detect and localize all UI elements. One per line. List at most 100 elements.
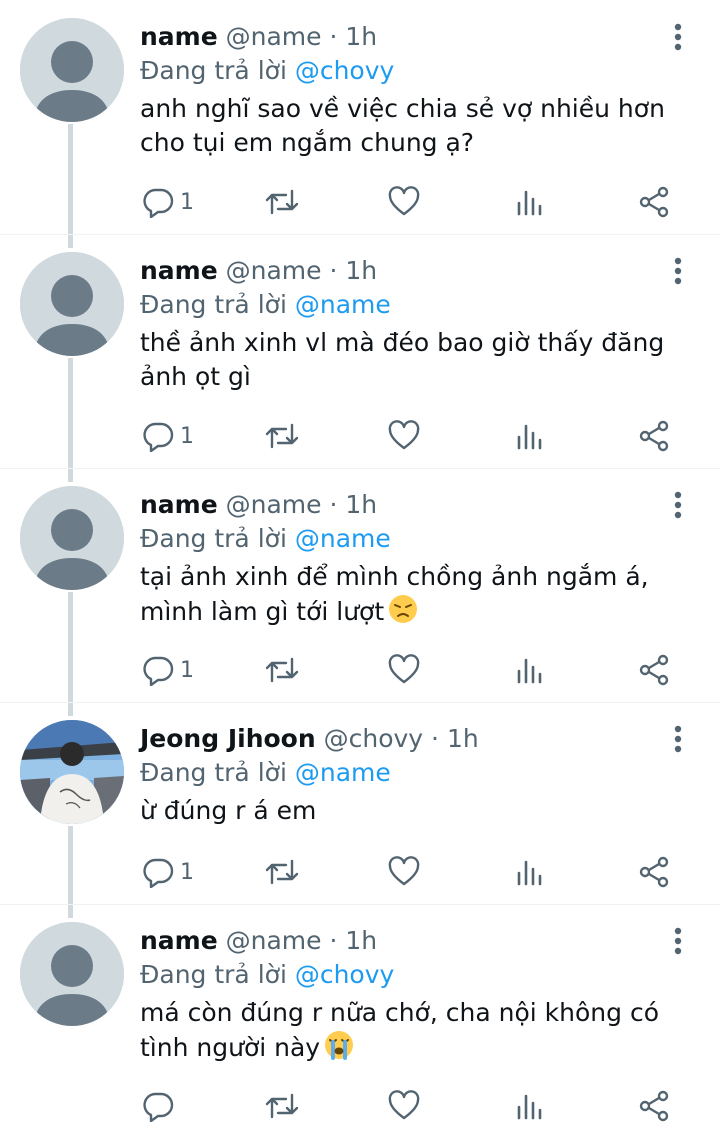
views-icon [516,1090,544,1122]
retweet-icon [264,420,300,452]
tweet[interactable]: name @name · 1h Đang trả lời @chovy anh … [0,0,720,234]
tweet-text-line: thề ảnh xinh vl mà đéo bao giờ thấy đăng [140,328,665,357]
avatar-photo[interactable] [20,720,124,824]
like-button[interactable] [388,184,420,220]
reply-button[interactable] [142,1088,180,1124]
mention-link[interactable]: @name [295,758,391,787]
share-icon [638,654,670,686]
tweet-text: má còn đúng r nữa chớ, cha nội không có … [140,996,700,1069]
replying-label: Đang trả lời [140,960,287,989]
replying-to: Đang trả lời @chovy [140,54,394,88]
tweet[interactable]: name @name · 1h Đang trả lời @name thề ả… [0,234,720,468]
tweet-text: tại ảnh xinh để mình chồng ảnh ngắm á, m… [140,560,700,633]
tweet-text-line: ảnh ọt gì [140,362,251,391]
tweet[interactable]: Jeong Jihoon @chovy · 1h Đang trả lời @n… [0,702,720,904]
tweet-text-line: cho tụi em ngắm chung ạ? [140,128,475,157]
mention-link[interactable]: @name [295,524,391,553]
handle[interactable]: @name [226,256,322,285]
replying-to: Đang trả lời @chovy [140,958,394,992]
avatar-placeholder[interactable] [20,922,124,1026]
reply-icon [142,420,174,452]
tweet-text-line: má còn đúng r nữa chớ, cha nội không có [140,998,659,1027]
retweet-button[interactable] [264,854,300,890]
like-button[interactable] [388,854,420,890]
reply-count: 1 [180,189,194,215]
mention-link[interactable]: @chovy [295,56,394,85]
display-name[interactable]: name [140,926,218,955]
more-icon[interactable] [664,926,692,956]
reply-button[interactable]: 1 [142,854,194,890]
mention-link[interactable]: @name [295,290,391,319]
timestamp[interactable]: · 1h [330,256,378,285]
reply-button[interactable]: 1 [142,418,194,454]
retweet-button[interactable] [264,418,300,454]
disappointed-face-emoji-icon [388,594,418,633]
tweet-header: name @name · 1h [140,924,377,958]
like-icon [388,856,420,888]
tweet-text-line-with-emoji: mình làm gì tới lượt [140,594,700,633]
reply-icon [142,186,174,218]
reply-count: 1 [180,423,194,449]
like-icon [388,186,420,218]
tweet-text: anh nghĩ sao về việc chia sẻ vợ nhiều hơ… [140,92,700,160]
like-button[interactable] [388,652,420,688]
avatar-placeholder[interactable] [20,18,124,122]
views-button[interactable] [516,184,544,220]
timestamp[interactable]: · 1h [330,490,378,519]
views-button[interactable] [516,652,544,688]
action-bar: 1 [140,854,700,890]
views-icon [516,186,544,218]
retweet-button[interactable] [264,652,300,688]
timestamp[interactable]: · 1h [330,22,378,51]
more-icon[interactable] [664,724,692,754]
timestamp[interactable]: · 1h [330,926,378,955]
timestamp[interactable]: · 1h [431,724,479,753]
reply-button[interactable]: 1 [142,652,194,688]
like-button[interactable] [388,1088,420,1124]
replying-label: Đang trả lời [140,290,287,319]
handle[interactable]: @name [226,926,322,955]
replying-label: Đang trả lời [140,524,287,553]
handle[interactable]: @name [226,490,322,519]
handle[interactable]: @chovy [324,724,423,753]
replying-to: Đang trả lời @name [140,522,391,556]
share-button[interactable] [638,184,670,220]
reply-count: 1 [180,657,194,683]
display-name[interactable]: name [140,256,218,285]
views-button[interactable] [516,1088,544,1124]
share-icon [638,420,670,452]
share-button[interactable] [638,652,670,688]
tweet[interactable]: name @name · 1h Đang trả lời @chovy má c… [0,904,720,1141]
loudly-crying-face-emoji-icon [324,1030,354,1069]
handle[interactable]: @name [226,22,322,51]
like-icon [388,420,420,452]
retweet-icon [264,856,300,888]
share-button[interactable] [638,418,670,454]
views-button[interactable] [516,854,544,890]
more-icon[interactable] [664,490,692,520]
tweet[interactable]: name @name · 1h Đang trả lời @name tại ả… [0,468,720,702]
like-button[interactable] [388,418,420,454]
tweet-text-line-with-emoji: tình người này [140,1030,700,1069]
share-button[interactable] [638,1088,670,1124]
avatar-placeholder[interactable] [20,252,124,356]
replying-label: Đang trả lời [140,56,287,85]
avatar-placeholder[interactable] [20,486,124,590]
share-button[interactable] [638,854,670,890]
tweet-text-line: tại ảnh xinh để mình chồng ảnh ngắm á, [140,562,649,591]
reply-count: 1 [180,859,194,885]
more-icon[interactable] [664,256,692,286]
tweet-text-line: mình làm gì tới lượt [140,597,385,626]
display-name[interactable]: Jeong Jihoon [140,724,316,753]
reply-icon [142,654,174,686]
views-button[interactable] [516,418,544,454]
share-icon [638,1090,670,1122]
reply-button[interactable]: 1 [142,184,194,220]
replying-label: Đang trả lời [140,758,287,787]
retweet-button[interactable] [264,1088,300,1124]
display-name[interactable]: name [140,490,218,519]
more-icon[interactable] [664,22,692,52]
mention-link[interactable]: @chovy [295,960,394,989]
display-name[interactable]: name [140,22,218,51]
retweet-button[interactable] [264,184,300,220]
